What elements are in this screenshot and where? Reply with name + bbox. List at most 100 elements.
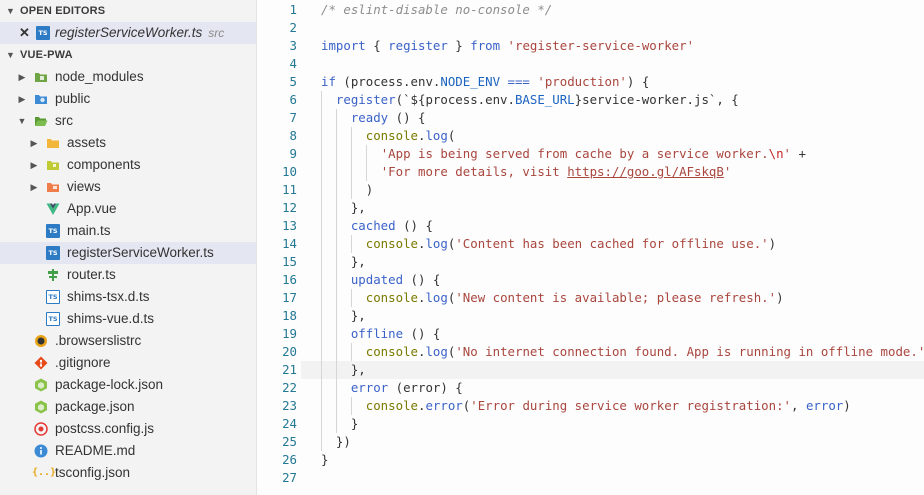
code-token: error [425,398,463,413]
code-token: 'For more details, visit [380,164,568,179]
tree-item-label: main.ts [67,223,111,238]
tree-item-label: README.md [55,443,136,458]
code-token: (process.env. [335,74,441,89]
line-number: 9 [289,146,297,161]
code-token: \n [768,146,784,161]
code-line: error (error) { [321,379,463,397]
code-line: } [321,451,328,469]
tree-item-app-vue[interactable]: App.vue [0,198,256,220]
tree-item-label: components [67,157,141,172]
close-icon[interactable]: ✕ [19,22,30,44]
code-token: 'production' [537,74,627,89]
chevron-down-icon: ▼ [6,50,16,60]
folder-icon [35,95,47,104]
typescript-icon: TS [46,224,60,238]
code-token: if [321,74,336,89]
code-token: { [365,38,389,53]
tree-item-readme[interactable]: README.md [0,440,256,462]
code-token: () { [395,218,433,233]
tree-item-label: registerServiceWorker.ts [67,245,214,260]
chevron-down-icon: ▼ [17,116,27,126]
tree-item-assets[interactable]: ▶ assets [0,132,256,154]
code-token: error [805,398,844,413]
code-token: log [425,128,448,143]
typescript-icon: TS [36,26,50,40]
tree-item-views[interactable]: ▶ views [0,176,256,198]
line-number: 25 [282,434,297,449]
tree-item-label: App.vue [67,201,117,216]
line-number: 5 [289,74,297,89]
code-token: ) [321,182,374,197]
code-token: 'No internet connection found. App is ru… [455,344,924,359]
code-token: }) [321,434,351,449]
open-editors-title: OPEN EDITORS [20,5,106,17]
code-token: console [365,344,418,359]
line-number: 18 [282,308,297,323]
tree-item-shims-vue[interactable]: TS shims-vue.d.ts [0,308,256,330]
chevron-right-icon: ▶ [30,138,38,148]
code-token: }, [321,362,366,377]
tree-item-label: package-lock.json [55,377,164,392]
tree-item-postcss-config[interactable]: postcss.config.js [0,418,256,440]
tree-item-src[interactable]: ▼ src [0,110,256,132]
line-number: 24 [282,416,297,431]
code-line: /* eslint-disable no-console */ [321,1,552,19]
tree-item-tsconfig[interactable]: {..} tsconfig.json [0,462,256,484]
code-token: from [470,38,501,53]
tree-item-package-json[interactable]: package.json [0,396,256,418]
line-number: 12 [282,200,297,215]
code-line: }, [321,199,366,217]
tree-item-browserslistrc[interactable]: .browserslistrc [0,330,256,352]
file-explorer-sidebar: ▼ OPEN EDITORS ✕ TS registerServiceWorke… [0,0,257,495]
tree-item-package-lock-json[interactable]: package-lock.json [0,374,256,396]
code-token: } [321,452,329,467]
tree-item-main-ts[interactable]: TS main.ts [0,220,256,242]
router-icon [48,269,58,281]
chevron-down-icon: ▼ [6,6,16,16]
code-token: , [791,398,806,413]
tree-item-components[interactable]: ▶ components [0,154,256,176]
chevron-right-icon: ▶ [30,160,38,170]
code-token: () { [403,326,441,341]
code-token: log [425,290,448,305]
line-number: 20 [282,344,297,359]
code-token: ' [783,146,791,161]
tree-item-gitignore[interactable]: .gitignore [0,352,256,374]
code-line: console.log('Content has been cached for… [321,235,776,253]
folder-icon [47,139,59,148]
tree-item-registerserviceworker-ts[interactable]: TS registerServiceWorker.ts [0,242,256,264]
line-number: 11 [282,182,297,197]
tree-item-public[interactable]: ▶ public [0,88,256,110]
tree-item-router-ts[interactable]: router.ts [0,264,256,286]
open-editors-header[interactable]: ▼ OPEN EDITORS [0,0,256,22]
line-number: 19 [282,326,297,341]
code-editor[interactable]: 1 2 3 4 5 6 7 8 9 10 11 12 13 14 15 16 17 18 19 20 21 22 23 24 2… [257,0,924,495]
tree-item-shims-tsx[interactable]: TS shims-tsx.d.ts [0,286,256,308]
code-line: }, [321,307,366,325]
code-line: offline () { [321,325,441,343]
code-token: } [321,416,359,431]
tree-item-node-modules[interactable]: ▶ node_modules [0,66,256,88]
code-token: 'New content is available; please refres… [455,290,777,305]
open-editor-item[interactable]: ✕ TS registerServiceWorker.ts src [0,22,256,44]
code-line: console.log('New content is available; p… [321,289,784,307]
chevron-right-icon: ▶ [30,182,38,192]
line-number: 21 [282,362,297,377]
code-token: log [425,344,448,359]
code-token: (error) { [388,380,463,395]
typescript-def-icon: TS [46,290,60,304]
folder-icon [47,183,59,192]
code-line: ready () { [321,109,426,127]
code-line: 'App is being served from cache by a ser… [321,145,806,163]
line-number: 10 [282,164,297,179]
postcss-icon [34,422,48,436]
project-header[interactable]: ▼ VUE-PWA [0,44,256,66]
code-line: if (process.env.NODE_ENV === 'production… [321,73,649,91]
code-line: }, [321,361,366,379]
